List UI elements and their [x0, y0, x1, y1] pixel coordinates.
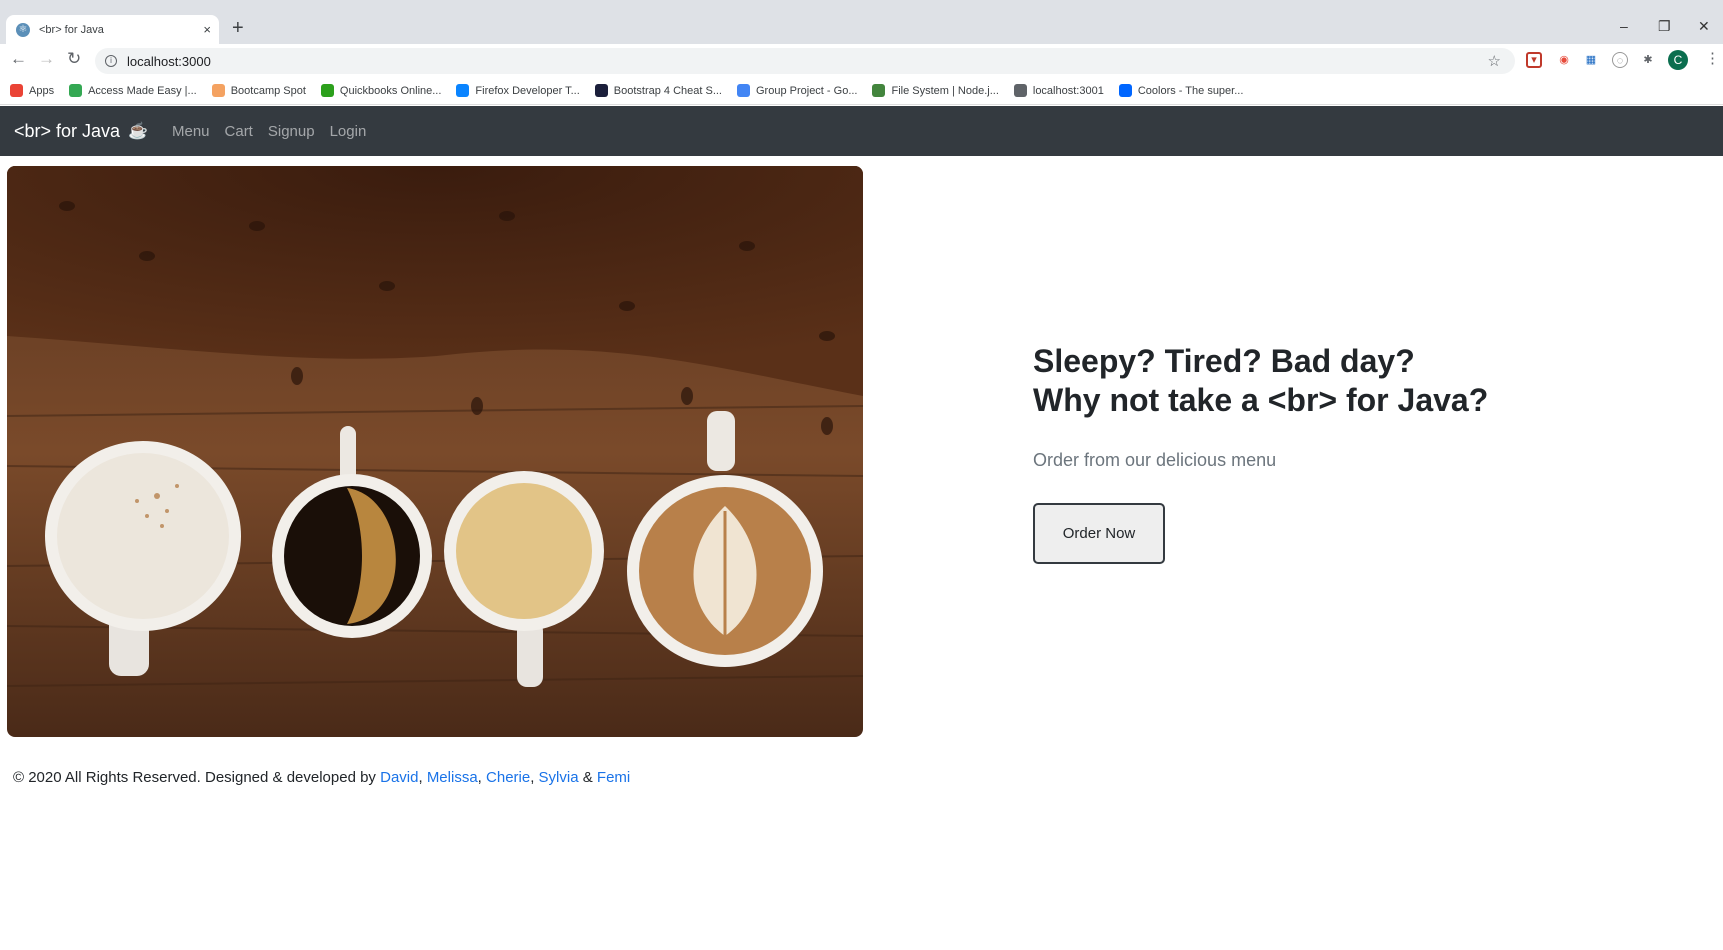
footer-author-david[interactable]: David [380, 769, 418, 786]
browser-toolbar: ← → ↻ i localhost:3000 ☆ ▾ ◉ ▦ ◌ ✱ C ⋮ [0, 44, 1723, 77]
bookmark-item[interactable]: Apps [10, 84, 54, 97]
bookmark-label: File System | Node.j... [891, 84, 999, 97]
browser-tab-bar: ⚛ <br> for Java × + – ❐ ✕ [0, 12, 1723, 44]
site-icon [594, 84, 608, 97]
bookmark-label: Coolors - The super... [1137, 84, 1244, 97]
footer-author-cherie[interactable]: Cherie [486, 769, 530, 786]
globe-icon [1013, 84, 1027, 97]
bookmark-label: Firefox Developer T... [475, 84, 580, 97]
order-now-button[interactable]: Order Now [1033, 503, 1165, 564]
headline-line-2: Why not take a <br> for Java? [1033, 382, 1489, 418]
browser-tab[interactable]: ⚛ <br> for Java × [6, 15, 219, 44]
headline-line-1: Sleepy? Tired? Bad day? [1033, 343, 1415, 379]
hero-coffee-image [7, 166, 863, 737]
nav-menu[interactable]: Menu [172, 123, 210, 140]
bookmark-item[interactable]: Bootstrap 4 Cheat S... [594, 84, 722, 97]
close-window-icon[interactable]: ✕ [1698, 18, 1710, 35]
browser-top-strip [0, 0, 1723, 12]
restore-icon[interactable]: ❐ [1658, 18, 1671, 35]
footer-author-sylvia[interactable]: Sylvia [539, 769, 579, 786]
site-navbar: <br> for Java ☕ Menu Cart Signup Login [0, 106, 1723, 156]
footer-separator: , [530, 769, 535, 786]
profile-avatar[interactable]: C [1668, 50, 1688, 70]
apps-grid-icon [10, 84, 23, 97]
footer-author-femi[interactable]: Femi [597, 769, 630, 786]
bookmark-label: Bootstrap 4 Cheat S... [613, 84, 722, 97]
bookmark-label: Access Made Easy |... [88, 84, 197, 97]
extension-circle-icon[interactable]: ◌ [1612, 52, 1628, 68]
site-icon [1118, 84, 1132, 97]
node-icon [872, 84, 886, 97]
bookmark-label: Bootcamp Spot [230, 84, 306, 97]
bookmark-item[interactable]: Bootcamp Spot [211, 84, 306, 97]
footer-ampersand: & [582, 769, 593, 786]
bookmark-label: Apps [29, 84, 55, 97]
new-tab-button[interactable]: + [232, 17, 244, 40]
coffee-cup-icon: ☕ [128, 123, 148, 140]
docs-icon [737, 84, 750, 97]
minimize-icon[interactable]: – [1620, 18, 1628, 34]
site-info-icon[interactable]: i [105, 55, 117, 67]
footer-separator: , [418, 769, 423, 786]
bookmark-item[interactable]: Quickbooks Online... [320, 84, 442, 97]
tab-title: <br> for Java [39, 23, 104, 36]
tab-close-icon[interactable]: × [203, 22, 211, 37]
site-icon [69, 84, 83, 97]
browser-menu-icon[interactable]: ⋮ [1705, 49, 1720, 67]
footer-author-melissa[interactable]: Melissa [427, 769, 478, 786]
bookmark-label: localhost:3001 [1032, 84, 1104, 97]
footer-separator: , [477, 769, 482, 786]
nav-signup[interactable]: Signup [268, 123, 315, 140]
extension-pocket-icon[interactable]: ▾ [1526, 52, 1542, 68]
bookmark-item[interactable]: localhost:3001 [1013, 84, 1104, 97]
reload-icon[interactable]: ↻ [67, 49, 81, 69]
react-favicon-icon: ⚛ [16, 22, 30, 37]
footer-copyright: © 2020 All Rights Reserved. Designed & d… [13, 769, 376, 786]
bookmark-item[interactable]: Firefox Developer T... [456, 84, 580, 97]
bookmarks-bar: Apps Access Made Easy |... Bootcamp Spot Qu… [0, 77, 1723, 105]
bookmark-item[interactable]: File System | Node.j... [872, 84, 999, 97]
hero-headline: Sleepy? Tired? Bad day? Why not take a <… [1033, 342, 1673, 420]
nav-cart[interactable]: Cart [225, 123, 253, 140]
bookmark-star-icon[interactable]: ☆ [1488, 52, 1501, 70]
site-footer: © 2020 All Rights Reserved. Designed & d… [13, 769, 630, 786]
hero-subline: Order from our delicious menu [1033, 450, 1277, 470]
bookmark-item[interactable]: Access Made Easy |... [69, 84, 197, 97]
forward-icon[interactable]: → [38, 49, 55, 69]
site-brand[interactable]: <br> for Java ☕ [14, 121, 148, 142]
brand-text: <br> for Java [14, 120, 121, 141]
bookmark-label: Group Project - Go... [756, 84, 858, 97]
extension-badge-icon[interactable]: ◉ [1556, 52, 1572, 68]
url-text: localhost:3000 [127, 53, 211, 69]
bookmark-label: Quickbooks Online... [339, 84, 442, 97]
extension-grid-icon[interactable]: ▦ [1583, 52, 1599, 68]
site-icon [320, 84, 334, 97]
site-icon [211, 84, 225, 97]
address-bar[interactable]: i localhost:3000 ☆ [95, 48, 1515, 74]
extensions-puzzle-icon[interactable]: ✱ [1640, 52, 1656, 68]
back-icon[interactable]: ← [10, 49, 27, 69]
nav-login[interactable]: Login [330, 123, 367, 140]
bookmark-item[interactable]: Coolors - The super... [1118, 84, 1244, 97]
bookmark-item[interactable]: Group Project - Go... [737, 84, 857, 97]
site-icon [456, 84, 470, 97]
